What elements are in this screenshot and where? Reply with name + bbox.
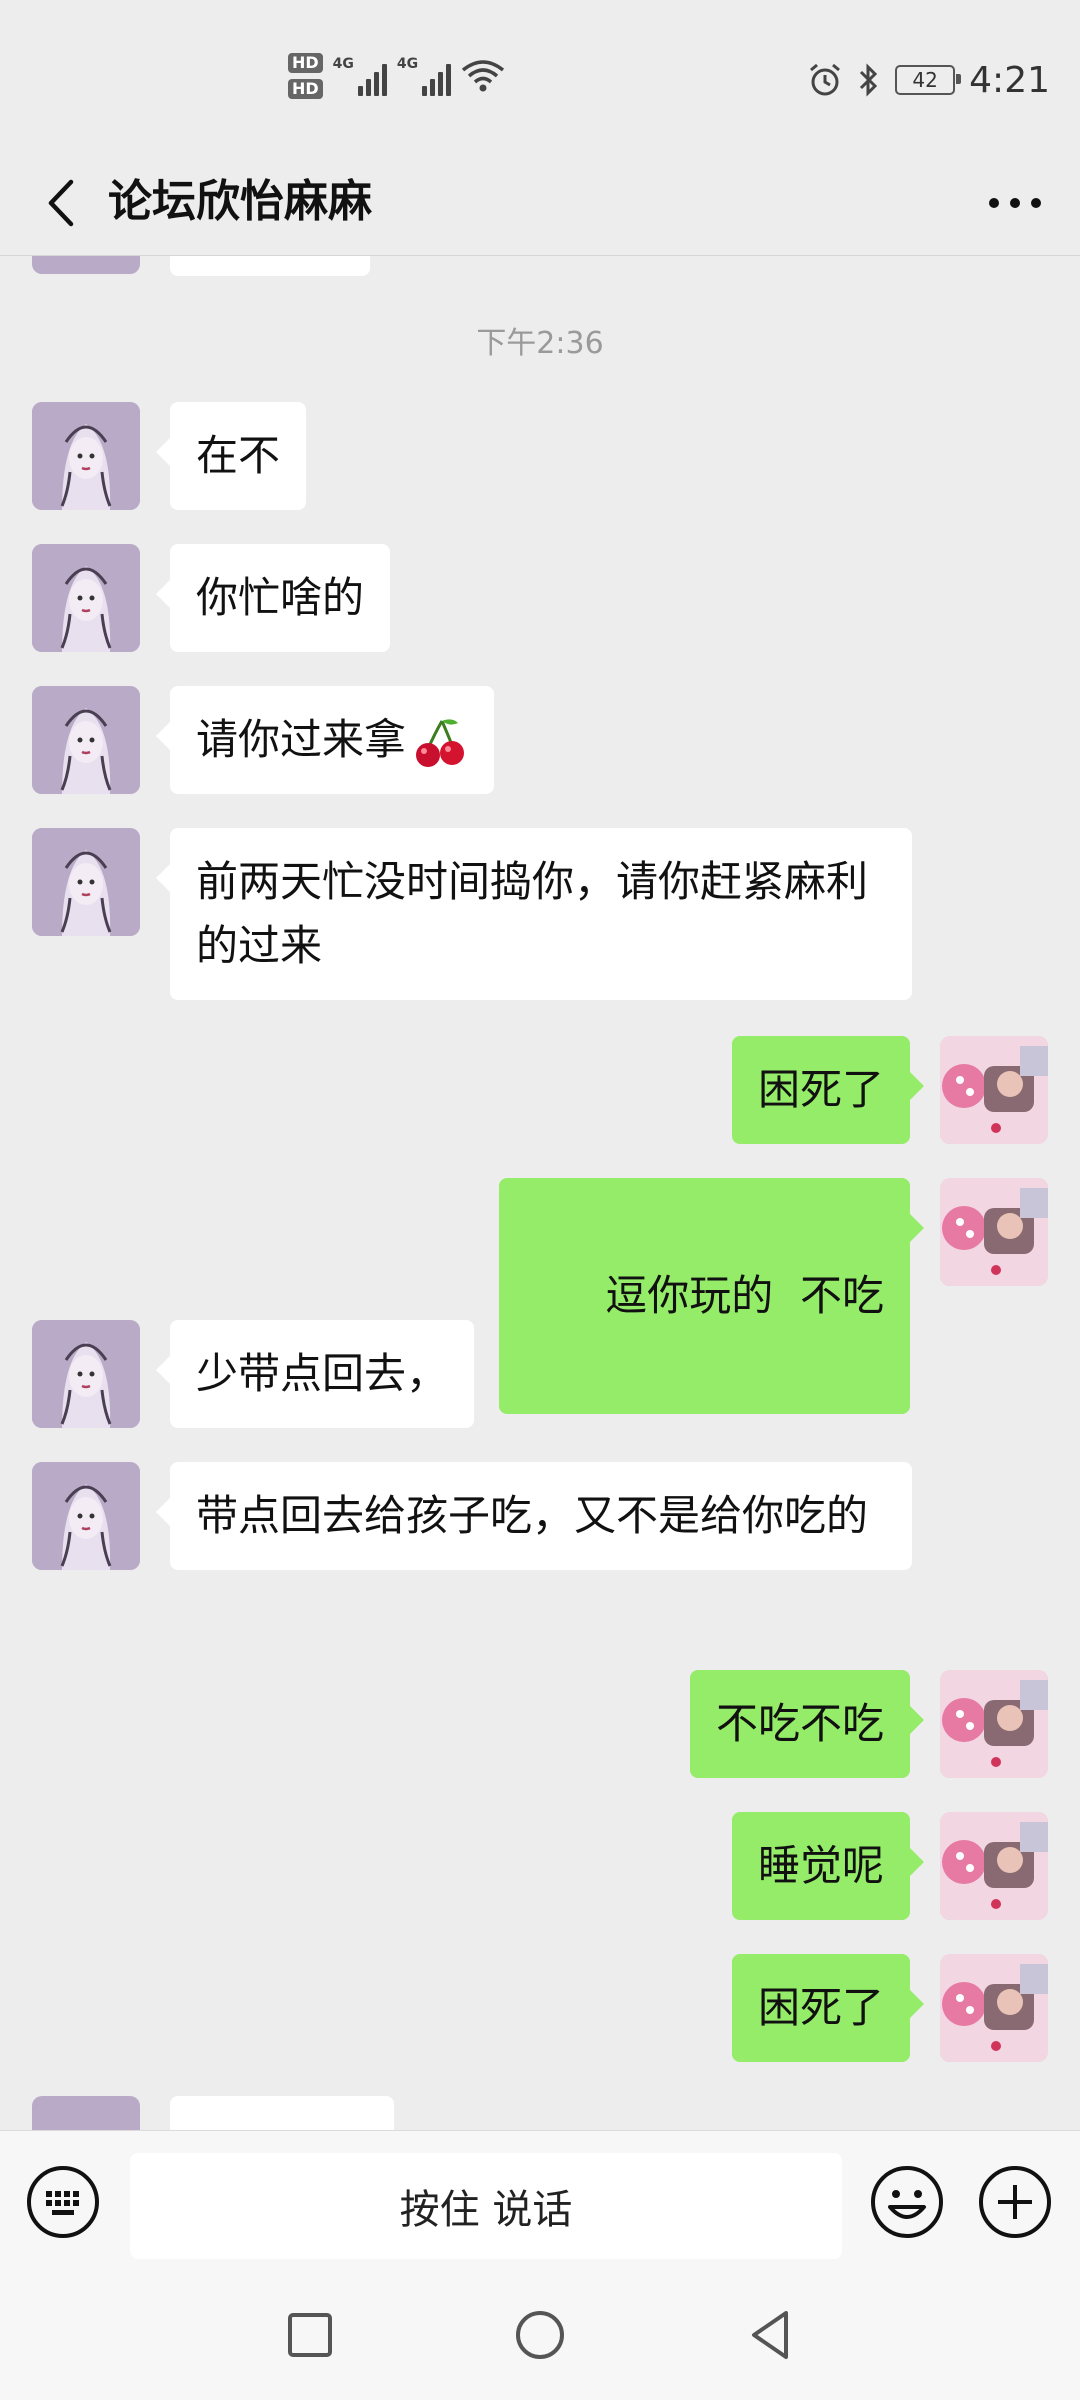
contact-avatar-partial[interactable] [32,256,140,274]
more-dots-icon [989,198,1041,208]
system-navigation-bar [0,2265,1080,2400]
self-avatar[interactable] [940,1178,1048,1286]
contact-avatar[interactable] [32,1462,140,1570]
message-text: 你忙啥的 [196,573,365,622]
message-bubble-self[interactable]: 逗你玩的 不吃 [499,1178,924,1414]
chat-messages[interactable]: 下午2:36 在不 你忙啥的 请你过来拿 前两天忙没时间捣你，请你赶紧麻利的过来… [0,256,1080,2130]
status-time: 4:21 [969,59,1050,101]
hd2-label: HD [288,79,323,99]
message-bubble-self[interactable]: 睡觉呢 [731,1812,925,1920]
message-text: 请你过来拿 [196,715,407,764]
message-text: 少带点回去， [196,1349,449,1398]
chat-timestamp: 下午2:36 [476,326,604,361]
message-bubble-self[interactable]: 困死了 [731,1036,925,1144]
chat-title: 论坛欣怡麻麻 [108,176,372,227]
message-bubble[interactable]: 带点回去给孩子吃，又不是给你吃的 [156,1462,912,1570]
message-bubble-self[interactable]: 不吃不吃 [689,1670,925,1778]
self-avatar[interactable] [940,1036,1048,1144]
bluetooth-icon [860,63,878,97]
back-button[interactable] [26,168,96,238]
message-text: 带点回去给孩子吃，又不是给你吃的 [196,1491,869,1540]
net1-label: 4G [332,56,354,72]
message-text: 睡觉呢 [757,1841,884,1890]
message-text: 困死了 [757,1983,884,2032]
contact-avatar[interactable] [32,686,140,794]
status-left-icons: HD HD 4G 4G [288,48,505,104]
more-button[interactable] [980,168,1050,238]
message-text: 前两天忙没时间捣你，请你赶紧麻利的过来 [196,857,869,970]
keyboard-button[interactable] [26,2165,100,2239]
message-bubble-self[interactable]: 困死了 [731,1954,925,2062]
alarm-icon [810,63,841,96]
self-avatar[interactable] [940,1812,1048,1920]
hold-to-talk-button[interactable]: 按住 说话 [130,2153,842,2259]
battery-icon: 42 [895,65,962,95]
contact-avatar[interactable] [32,1320,140,1428]
message-bubble-partial[interactable] [170,2096,394,2130]
status-bar: HD HD 4G 4G 42 4:21 [0,0,1080,150]
chevron-left-icon [48,179,74,227]
message-bubble[interactable]: 你忙啥的 [155,544,391,652]
hd-icon: HD HD [288,53,323,99]
message-bubble-partial[interactable] [170,256,370,276]
battery-level: 42 [912,68,938,92]
message-text: 逗你玩的 不吃 [605,1271,884,1320]
contact-avatar[interactable] [32,828,140,936]
more-functions-button[interactable] [978,2165,1052,2239]
message-text: 不吃不吃 [715,1699,884,1748]
keyboard-icon [27,2166,99,2238]
status-right-icons: 42 4:21 [807,55,1050,105]
circle-icon [516,2311,564,2359]
emoji-button[interactable] [870,2165,944,2239]
self-avatar[interactable] [940,1954,1048,2062]
contact-avatar[interactable] [32,402,140,510]
contact-avatar-partial[interactable] [32,2096,140,2130]
back-nav-button[interactable] [740,2305,800,2365]
message-bubble[interactable]: 少带点回去， [155,1320,475,1428]
plus-circle-icon [979,2166,1051,2238]
message-bubble[interactable]: 请你过来拿 [155,686,495,794]
signal-icon: 4G [333,56,387,96]
self-avatar[interactable] [940,1670,1048,1778]
message-text: 困死了 [757,1065,884,1114]
home-button[interactable] [510,2305,570,2365]
wifi-icon [462,60,505,92]
signal-icon-2: 4G [396,56,452,96]
message-bubble[interactable]: 前两天忙没时间捣你，请你赶紧麻利的过来 [156,828,912,1000]
net2-label: 4G [396,56,419,72]
message-text: 在不 [196,431,281,480]
smiley-icon [871,2166,943,2238]
recents-button[interactable] [280,2305,340,2365]
square-icon [288,2313,332,2357]
contact-avatar[interactable] [32,544,140,652]
chat-header: 论坛欣怡麻麻 [0,150,1080,256]
input-bar: 按住 说话 [0,2130,1080,2266]
cherry-icon [416,718,465,767]
message-bubble[interactable]: 在不 [155,402,307,510]
triangle-back-icon [752,2311,788,2359]
hd1-label: HD [288,53,323,73]
